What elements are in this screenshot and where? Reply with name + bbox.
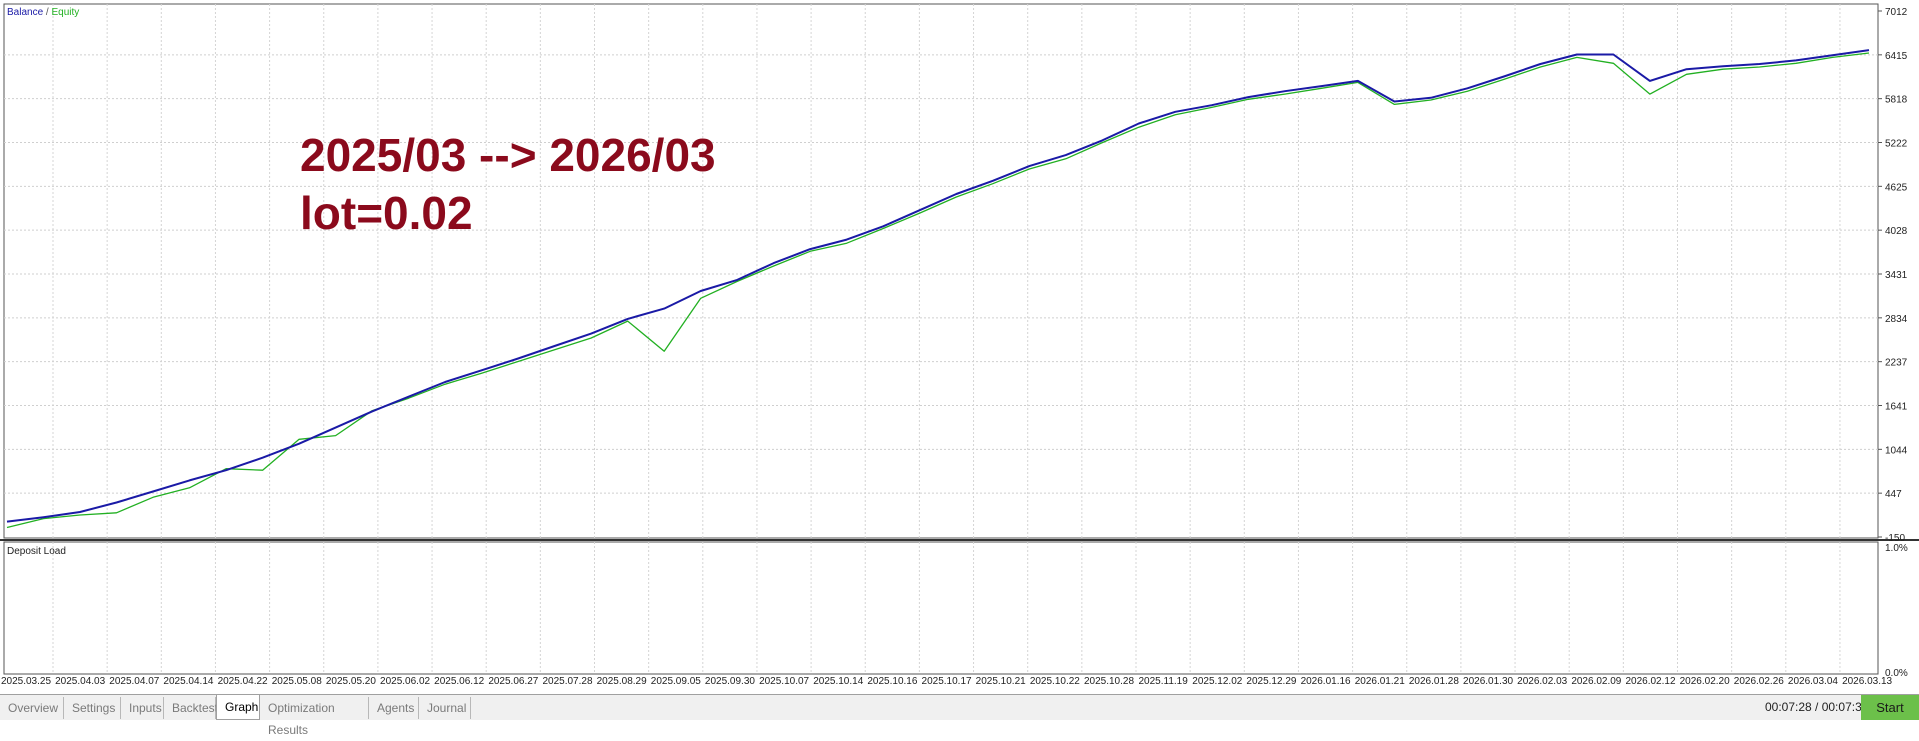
x-tick-label: 2026.03.04	[1788, 676, 1838, 687]
annotation-period: 2025/03 --> 2026/03	[300, 129, 716, 181]
x-tick-label: 2025.10.28	[1084, 676, 1134, 687]
x-tick-label: 2025.04.03	[55, 676, 105, 687]
chart-legend: Balance / Equity	[7, 7, 79, 18]
x-tick-label: 2026.01.16	[1301, 676, 1351, 687]
x-tick-label: 2025.09.30	[705, 676, 755, 687]
y-tick-label: 7012	[1885, 7, 1908, 18]
legend-equity: Equity	[51, 7, 80, 18]
x-tick-label: 2025.10.21	[976, 676, 1026, 687]
equity-line	[6, 52, 1870, 529]
x-tick-label: 2025.04.22	[218, 676, 268, 687]
x-tick-label: 2025.06.27	[488, 676, 538, 687]
x-tick-label: 2026.02.26	[1734, 676, 1784, 687]
x-tick-label: 2025.09.05	[651, 676, 701, 687]
test-timer: 00:07:28 / 00:07:30	[1765, 700, 1869, 714]
x-tick-label: 2025.10.17	[922, 676, 972, 687]
x-tick-label: 2025.12.02	[1192, 676, 1242, 687]
tester-tab-bar: Overview Settings Inputs Backtest Graph …	[0, 694, 1919, 737]
x-tick-label: 2025.06.02	[380, 676, 430, 687]
y-tick-label: 2237	[1885, 358, 1908, 369]
x-tick-label: 2025.04.07	[109, 676, 159, 687]
x-tick-label: 2025.08.29	[597, 676, 647, 687]
tab-inputs[interactable]: Inputs	[121, 697, 164, 719]
x-tick-label: 2026.02.20	[1680, 676, 1730, 687]
x-tick-label: 2025.10.14	[813, 676, 863, 687]
x-tick-label: 2026.01.21	[1355, 676, 1405, 687]
y-tick-label: 1044	[1885, 445, 1908, 456]
tester-graph: 7012 6415 5818 5222 4625 4028 3431 2834 2237 1641…	[0, 3, 1919, 687]
x-tick-label: 2025.10.22	[1030, 676, 1080, 687]
y-tick-label: 1641	[1885, 402, 1908, 413]
x-tick-label: 2025.03.25	[1, 676, 51, 687]
x-tick-label: 2025.05.08	[272, 676, 322, 687]
x-tick-label: 2025.12.29	[1246, 676, 1296, 687]
tab-agents[interactable]: Agents	[369, 697, 419, 719]
x-tick-label: 2026.01.28	[1409, 676, 1459, 687]
x-tick-label: 2025.05.20	[326, 676, 376, 687]
annotation-overlay: 2025/03 --> 2026/03 lot=0.02	[300, 126, 716, 242]
x-tick-label: 2025.06.12	[434, 676, 484, 687]
tab-settings[interactable]: Settings	[64, 697, 121, 719]
y-tick-label: 5222	[1885, 139, 1908, 150]
deposit-load-title: Deposit Load	[7, 546, 66, 557]
deposit-load-frame	[3, 541, 1879, 675]
y-tick-label: 2834	[1885, 314, 1908, 325]
tab-graph[interactable]: Graph	[216, 695, 260, 720]
x-tick-label: 2025.10.16	[867, 676, 917, 687]
main-plot-frame	[3, 3, 1879, 539]
y-tick-label: 6415	[1885, 51, 1908, 62]
legend-balance: Balance	[7, 7, 44, 18]
tab-overview[interactable]: Overview	[0, 697, 64, 719]
x-tick-label: 2026.02.12	[1625, 676, 1675, 687]
y-tick-label: 4028	[1885, 226, 1908, 237]
tab-journal[interactable]: Journal	[419, 697, 471, 719]
y-tick-label: 3431	[1885, 270, 1908, 281]
x-tick-label: 2025.07.28	[542, 676, 592, 687]
x-tick-label: 2026.02.09	[1571, 676, 1621, 687]
x-tick-label: 2025.10.07	[759, 676, 809, 687]
x-tick-label: 2025.11.19	[1138, 676, 1188, 687]
x-tick-label: 2026.01.30	[1463, 676, 1513, 687]
annotation-lot: lot=0.02	[300, 187, 473, 239]
x-tick-label: 2025.04.14	[163, 676, 213, 687]
start-button[interactable]: Start	[1861, 695, 1919, 720]
y-tick-label: 4625	[1885, 182, 1908, 193]
deposit-load-tick: 0.0%	[1885, 668, 1908, 679]
tab-backtest[interactable]: Backtest	[164, 697, 218, 719]
deposit-load-tick: 1.0%	[1885, 543, 1908, 554]
y-tick-label: 5818	[1885, 95, 1908, 106]
x-tick-label: 2026.02.03	[1517, 676, 1567, 687]
y-tick-label: 447	[1885, 489, 1902, 500]
tab-optimization-results[interactable]: Optimization Results	[260, 697, 369, 737]
